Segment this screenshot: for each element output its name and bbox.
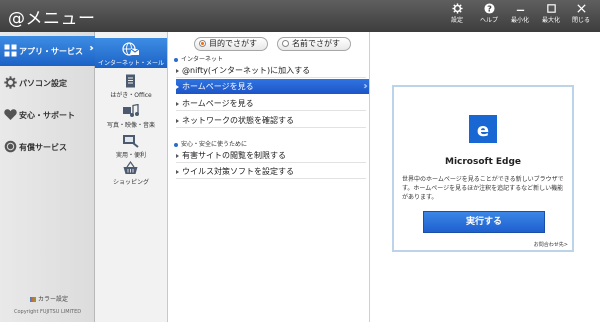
arrow-right-icon bbox=[176, 153, 179, 158]
heart-icon bbox=[4, 108, 17, 121]
arrow-right-icon bbox=[176, 68, 179, 73]
close-button[interactable]: 閉じる bbox=[566, 3, 596, 29]
arrow-right-icon bbox=[176, 84, 179, 89]
service-item[interactable]: ウイルス対策ソフトを設定する bbox=[176, 164, 366, 179]
detail-panel: e Microsoft Edge 世界中のホームページを見ることができる新しいブ… bbox=[371, 32, 600, 322]
service-item[interactable]: 有害サイトの閲覧を制限する bbox=[176, 148, 366, 163]
settings-label: 設定 bbox=[450, 17, 463, 24]
tools-icon bbox=[122, 133, 139, 148]
bullet-icon bbox=[174, 142, 178, 147]
help-label: ヘルプ bbox=[479, 17, 498, 24]
minimize-icon bbox=[505, 3, 535, 16]
nav-item-apps-services[interactable]: アプリ・サービス ›› bbox=[0, 36, 95, 66]
radio-selected-icon bbox=[199, 40, 206, 47]
color-setting-label: カラー設定 bbox=[38, 296, 69, 303]
maximize-icon bbox=[536, 3, 566, 16]
edge-logo-icon: e bbox=[469, 115, 497, 143]
section-header: 安心・安全に使うために bbox=[174, 139, 247, 148]
nav-item-label: 有償サービス bbox=[19, 143, 67, 152]
help-button[interactable]: ? ヘルプ bbox=[474, 3, 504, 29]
category-practical-useful[interactable]: 実用・便利 bbox=[95, 130, 167, 160]
settings-button[interactable]: 設定 bbox=[442, 3, 472, 29]
maximize-button[interactable]: 最大化 bbox=[536, 3, 566, 29]
gear-icon bbox=[4, 76, 17, 89]
minimize-button[interactable]: 最小化 bbox=[505, 3, 535, 29]
category-label: インターネット・メール bbox=[97, 60, 164, 67]
nav-item-security-support[interactable]: 安心・サポート bbox=[0, 100, 95, 130]
globe-mail-icon bbox=[122, 41, 140, 56]
paid-service-icon bbox=[4, 140, 17, 153]
maximize-label: 最大化 bbox=[541, 17, 560, 24]
category-label: ショッピング bbox=[112, 179, 149, 186]
service-item-selected[interactable]: ホームページを見る ›› bbox=[176, 79, 369, 94]
help-icon: ? bbox=[474, 3, 504, 16]
arrow-right-icon bbox=[176, 101, 179, 106]
apps-grid-icon bbox=[4, 44, 17, 57]
category-internet-mail[interactable]: インターネット・メール bbox=[95, 38, 167, 68]
section-header: インターネット bbox=[174, 54, 223, 63]
nav-item-label: アプリ・サービス bbox=[19, 47, 83, 56]
app-title: @メニュー bbox=[8, 9, 96, 29]
search-by-name-label: 名前でさがす bbox=[292, 39, 340, 48]
search-by-purpose-label: 目的でさがす bbox=[209, 39, 257, 48]
color-setting-link[interactable]: カラー設定 bbox=[30, 294, 68, 303]
run-button[interactable]: 実行する bbox=[423, 211, 545, 233]
app-description: 世界中のホームページを見ることができる新しいブラウザです。ホームページを見るほか… bbox=[402, 176, 564, 201]
nav-item-label: 安心・サポート bbox=[19, 111, 75, 120]
svg-text:?: ? bbox=[487, 3, 492, 13]
svg-text:e: e bbox=[477, 120, 489, 141]
nav-item-label: パソコン設定 bbox=[19, 79, 67, 88]
inquiry-link[interactable]: お問合わせ先> bbox=[534, 241, 568, 248]
service-item[interactable]: ネットワークの状態を確認する bbox=[176, 113, 366, 128]
radio-unselected-icon bbox=[282, 40, 289, 47]
music-note-icon bbox=[122, 103, 139, 117]
category-photo-video-music[interactable]: 写真・映像・音楽 bbox=[95, 100, 167, 130]
category-postcard-office[interactable]: はがき・Office bbox=[95, 70, 167, 100]
category-label: はがき・Office bbox=[110, 92, 152, 99]
close-icon bbox=[566, 3, 596, 16]
gear-icon bbox=[442, 3, 472, 16]
copyright-text: Copyright FUJITSU LIMITED bbox=[14, 309, 82, 315]
category-column: インターネット・メール はがき・Office 写真・映像・音楽 実用・便利 ショ bbox=[95, 32, 168, 322]
category-label: 写真・映像・音楽 bbox=[106, 122, 155, 129]
title-bar: @メニュー 設定 ? ヘルプ 最小化 最大化 閉じる bbox=[0, 0, 600, 32]
category-shopping[interactable]: ショッピング bbox=[95, 157, 167, 187]
app-detail-card: e Microsoft Edge 世界中のホームページを見ることができる新しいブ… bbox=[392, 85, 574, 252]
search-by-purpose-toggle[interactable]: 目的でさがす bbox=[194, 37, 268, 51]
color-swatch-icon bbox=[30, 297, 36, 302]
left-nav: アプリ・サービス ›› パソコン設定 安心・サポート 有償サービス カラー設定 … bbox=[0, 32, 95, 322]
app-name: Microsoft Edge bbox=[444, 157, 522, 167]
chevron-right-icon: ›› bbox=[89, 43, 94, 54]
arrow-right-icon bbox=[176, 118, 179, 123]
app-window: @メニュー 設定 ? ヘルプ 最小化 最大化 閉じる アプリ・サービス ›› パ… bbox=[0, 0, 600, 322]
shopping-basket-icon bbox=[122, 160, 139, 174]
service-item[interactable]: @nifty(インターネット)に加入する bbox=[176, 63, 366, 78]
service-item[interactable]: ホームページを見る bbox=[176, 96, 366, 111]
arrow-right-icon bbox=[176, 169, 179, 174]
chevron-right-icon: ›› bbox=[363, 81, 368, 92]
document-icon bbox=[122, 73, 139, 88]
minimize-label: 最小化 bbox=[510, 17, 529, 24]
nav-item-pc-settings[interactable]: パソコン設定 bbox=[0, 68, 95, 98]
service-list-panel: 目的でさがす 名前でさがす インターネット @nifty(インターネット)に加入… bbox=[168, 32, 370, 322]
close-label: 閉じる bbox=[571, 17, 590, 24]
search-by-name-toggle[interactable]: 名前でさがす bbox=[277, 37, 351, 51]
bullet-icon bbox=[174, 57, 178, 62]
nav-item-paid-services[interactable]: 有償サービス bbox=[0, 132, 95, 162]
